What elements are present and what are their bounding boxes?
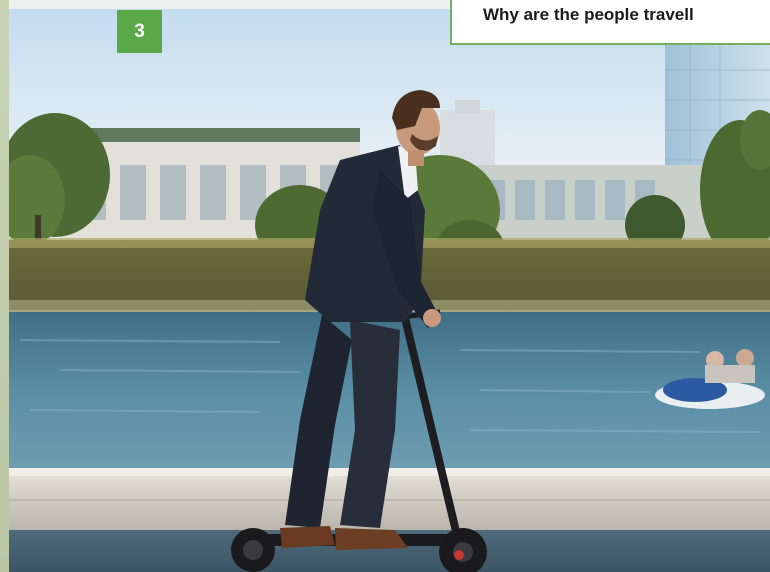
question-box: Why are the people travell bbox=[450, 0, 770, 45]
step-number: 3 bbox=[134, 20, 145, 42]
scooter-photo bbox=[9, 9, 770, 572]
page-edge bbox=[0, 0, 9, 572]
step-number-badge: 3 bbox=[117, 10, 162, 53]
question-text: Why are the people travell bbox=[483, 5, 694, 24]
